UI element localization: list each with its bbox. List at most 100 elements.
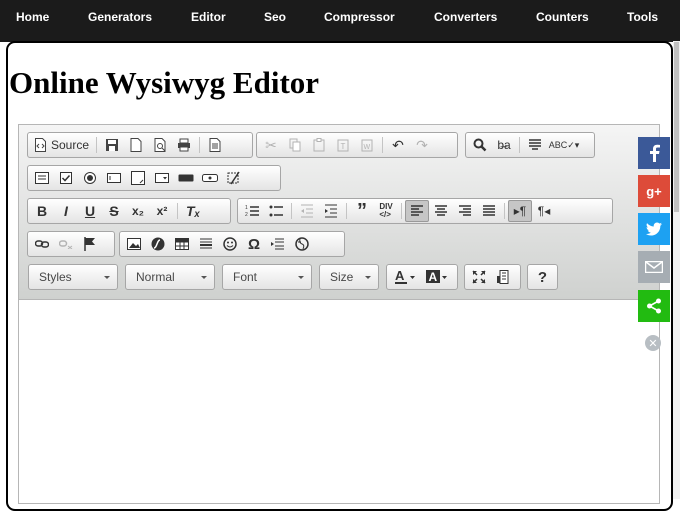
toolbar-separator: [504, 203, 505, 219]
twitter-share-button[interactable]: [638, 213, 670, 245]
size-dropdown-label: Size: [330, 270, 354, 284]
underline-icon[interactable]: U: [78, 200, 102, 222]
flash-icon[interactable]: [146, 233, 170, 255]
source-icon[interactable]: Source: [30, 134, 93, 156]
italic-icon[interactable]: I: [54, 200, 78, 222]
unlink-icon[interactable]: [54, 233, 78, 255]
replace-icon[interactable]: b̶a: [492, 134, 516, 156]
source-button-label: Source: [51, 138, 90, 152]
nav-converters[interactable]: Converters: [434, 10, 497, 24]
align-right-icon[interactable]: [453, 200, 477, 222]
undo-icon[interactable]: ↶: [386, 134, 410, 156]
copy-icon[interactable]: [283, 134, 307, 156]
table-icon[interactable]: [170, 233, 194, 255]
horizontal-rule-icon[interactable]: [194, 233, 218, 255]
indent-icon[interactable]: [319, 200, 343, 222]
special-char-icon[interactable]: Ω: [242, 233, 266, 255]
radio-icon[interactable]: [78, 167, 102, 189]
page-scrollbar-thumb[interactable]: [674, 42, 679, 212]
googleplus-share-button[interactable]: g+: [638, 175, 670, 207]
nav-home[interactable]: Home: [16, 10, 49, 24]
editor-content-area[interactable]: [19, 301, 659, 503]
font-dropdown[interactable]: Font: [222, 264, 312, 290]
wysiwyg-editor: Source ✂ T W ↶ ↷ b̶a ABC✓▾ B I U S x₂ x²…: [18, 124, 660, 504]
links-toolbar-group: [27, 231, 115, 257]
select-field-icon[interactable]: [150, 167, 174, 189]
align-left-icon[interactable]: [405, 200, 429, 222]
sharethis-share-button[interactable]: [638, 290, 670, 322]
hidden-field-icon[interactable]: [222, 167, 246, 189]
text-direction-rtl-icon[interactable]: ¶◂: [532, 200, 556, 222]
select-all-icon[interactable]: [523, 134, 547, 156]
background-color-icon[interactable]: A: [421, 266, 453, 288]
nav-counters[interactable]: Counters: [536, 10, 589, 24]
remove-format-icon[interactable]: Tₓ: [181, 200, 205, 222]
paste-text-icon[interactable]: T: [331, 134, 355, 156]
facebook-share-button[interactable]: [638, 137, 670, 169]
svg-text:1: 1: [245, 205, 248, 211]
chevron-down-icon: [298, 276, 304, 279]
anchor-icon[interactable]: [78, 233, 102, 255]
button-field-icon[interactable]: [174, 167, 198, 189]
paste-word-icon[interactable]: W: [355, 134, 379, 156]
clipboard-toolbar-group: ✂ T W ↶ ↷: [256, 132, 458, 158]
image-button-icon[interactable]: [198, 167, 222, 189]
redo-icon[interactable]: ↷: [410, 134, 434, 156]
maximize-icon[interactable]: [467, 266, 491, 288]
numbered-list-icon[interactable]: 12: [240, 200, 264, 222]
format-dropdown[interactable]: Normal: [125, 264, 215, 290]
bulleted-list-icon[interactable]: [264, 200, 288, 222]
share-icon: [647, 298, 661, 314]
show-blocks-icon[interactable]: [491, 266, 515, 288]
top-navigation: Home Generators Editor Seo Compressor Co…: [0, 0, 680, 34]
spellcheck-icon[interactable]: ABC✓▾: [547, 134, 581, 156]
size-dropdown[interactable]: Size: [319, 264, 379, 290]
link-icon[interactable]: [30, 233, 54, 255]
paste-icon[interactable]: [307, 134, 331, 156]
bold-icon[interactable]: B: [30, 200, 54, 222]
nav-tools[interactable]: Tools: [627, 10, 658, 24]
toolbar-separator: [291, 203, 292, 219]
cut-icon[interactable]: ✂: [259, 134, 283, 156]
find-icon[interactable]: [468, 134, 492, 156]
nav-generators[interactable]: Generators: [88, 10, 152, 24]
smiley-icon[interactable]: [218, 233, 242, 255]
form-icon[interactable]: [30, 167, 54, 189]
save-icon[interactable]: [100, 134, 124, 156]
toolbar-separator: [401, 203, 402, 219]
checkbox-icon[interactable]: [54, 167, 78, 189]
nav-editor[interactable]: Editor: [191, 10, 226, 24]
outdent-icon[interactable]: [295, 200, 319, 222]
subscript-icon[interactable]: x₂: [126, 200, 150, 222]
templates-icon[interactable]: [203, 134, 227, 156]
svg-text:A: A: [429, 270, 438, 284]
help-icon[interactable]: ?: [531, 266, 555, 288]
strikethrough-icon[interactable]: S: [102, 200, 126, 222]
text-field-icon[interactable]: [102, 167, 126, 189]
styles-dropdown[interactable]: Styles: [28, 264, 118, 290]
share-bar-close-icon[interactable]: ✕: [645, 335, 661, 351]
text-direction-ltr-icon[interactable]: ▸¶: [508, 200, 532, 222]
nav-compressor[interactable]: Compressor: [324, 10, 395, 24]
nav-seo[interactable]: Seo: [264, 10, 286, 24]
help-toolbar-group: ?: [527, 264, 558, 290]
email-share-button[interactable]: [638, 251, 670, 283]
font-dropdown-label: Font: [233, 270, 258, 284]
print-icon[interactable]: [172, 134, 196, 156]
svg-text:W: W: [364, 144, 371, 151]
preview-icon[interactable]: [148, 134, 172, 156]
superscript-icon[interactable]: x²: [150, 200, 174, 222]
editor-toolbar: Source ✂ T W ↶ ↷ b̶a ABC✓▾ B I U S x₂ x²…: [19, 125, 659, 300]
create-div-icon[interactable]: DIV </>: [374, 200, 398, 222]
format-dropdown-label: Normal: [136, 270, 175, 284]
iframe-icon[interactable]: [290, 233, 314, 255]
text-color-icon[interactable]: A: [389, 266, 421, 288]
toolbar-separator: [346, 203, 347, 219]
blockquote-icon[interactable]: ”: [350, 200, 374, 222]
justify-icon[interactable]: [477, 200, 501, 222]
align-center-icon[interactable]: [429, 200, 453, 222]
textarea-icon[interactable]: [126, 167, 150, 189]
new-page-icon[interactable]: [124, 134, 148, 156]
page-break-icon[interactable]: [266, 233, 290, 255]
image-icon[interactable]: [122, 233, 146, 255]
